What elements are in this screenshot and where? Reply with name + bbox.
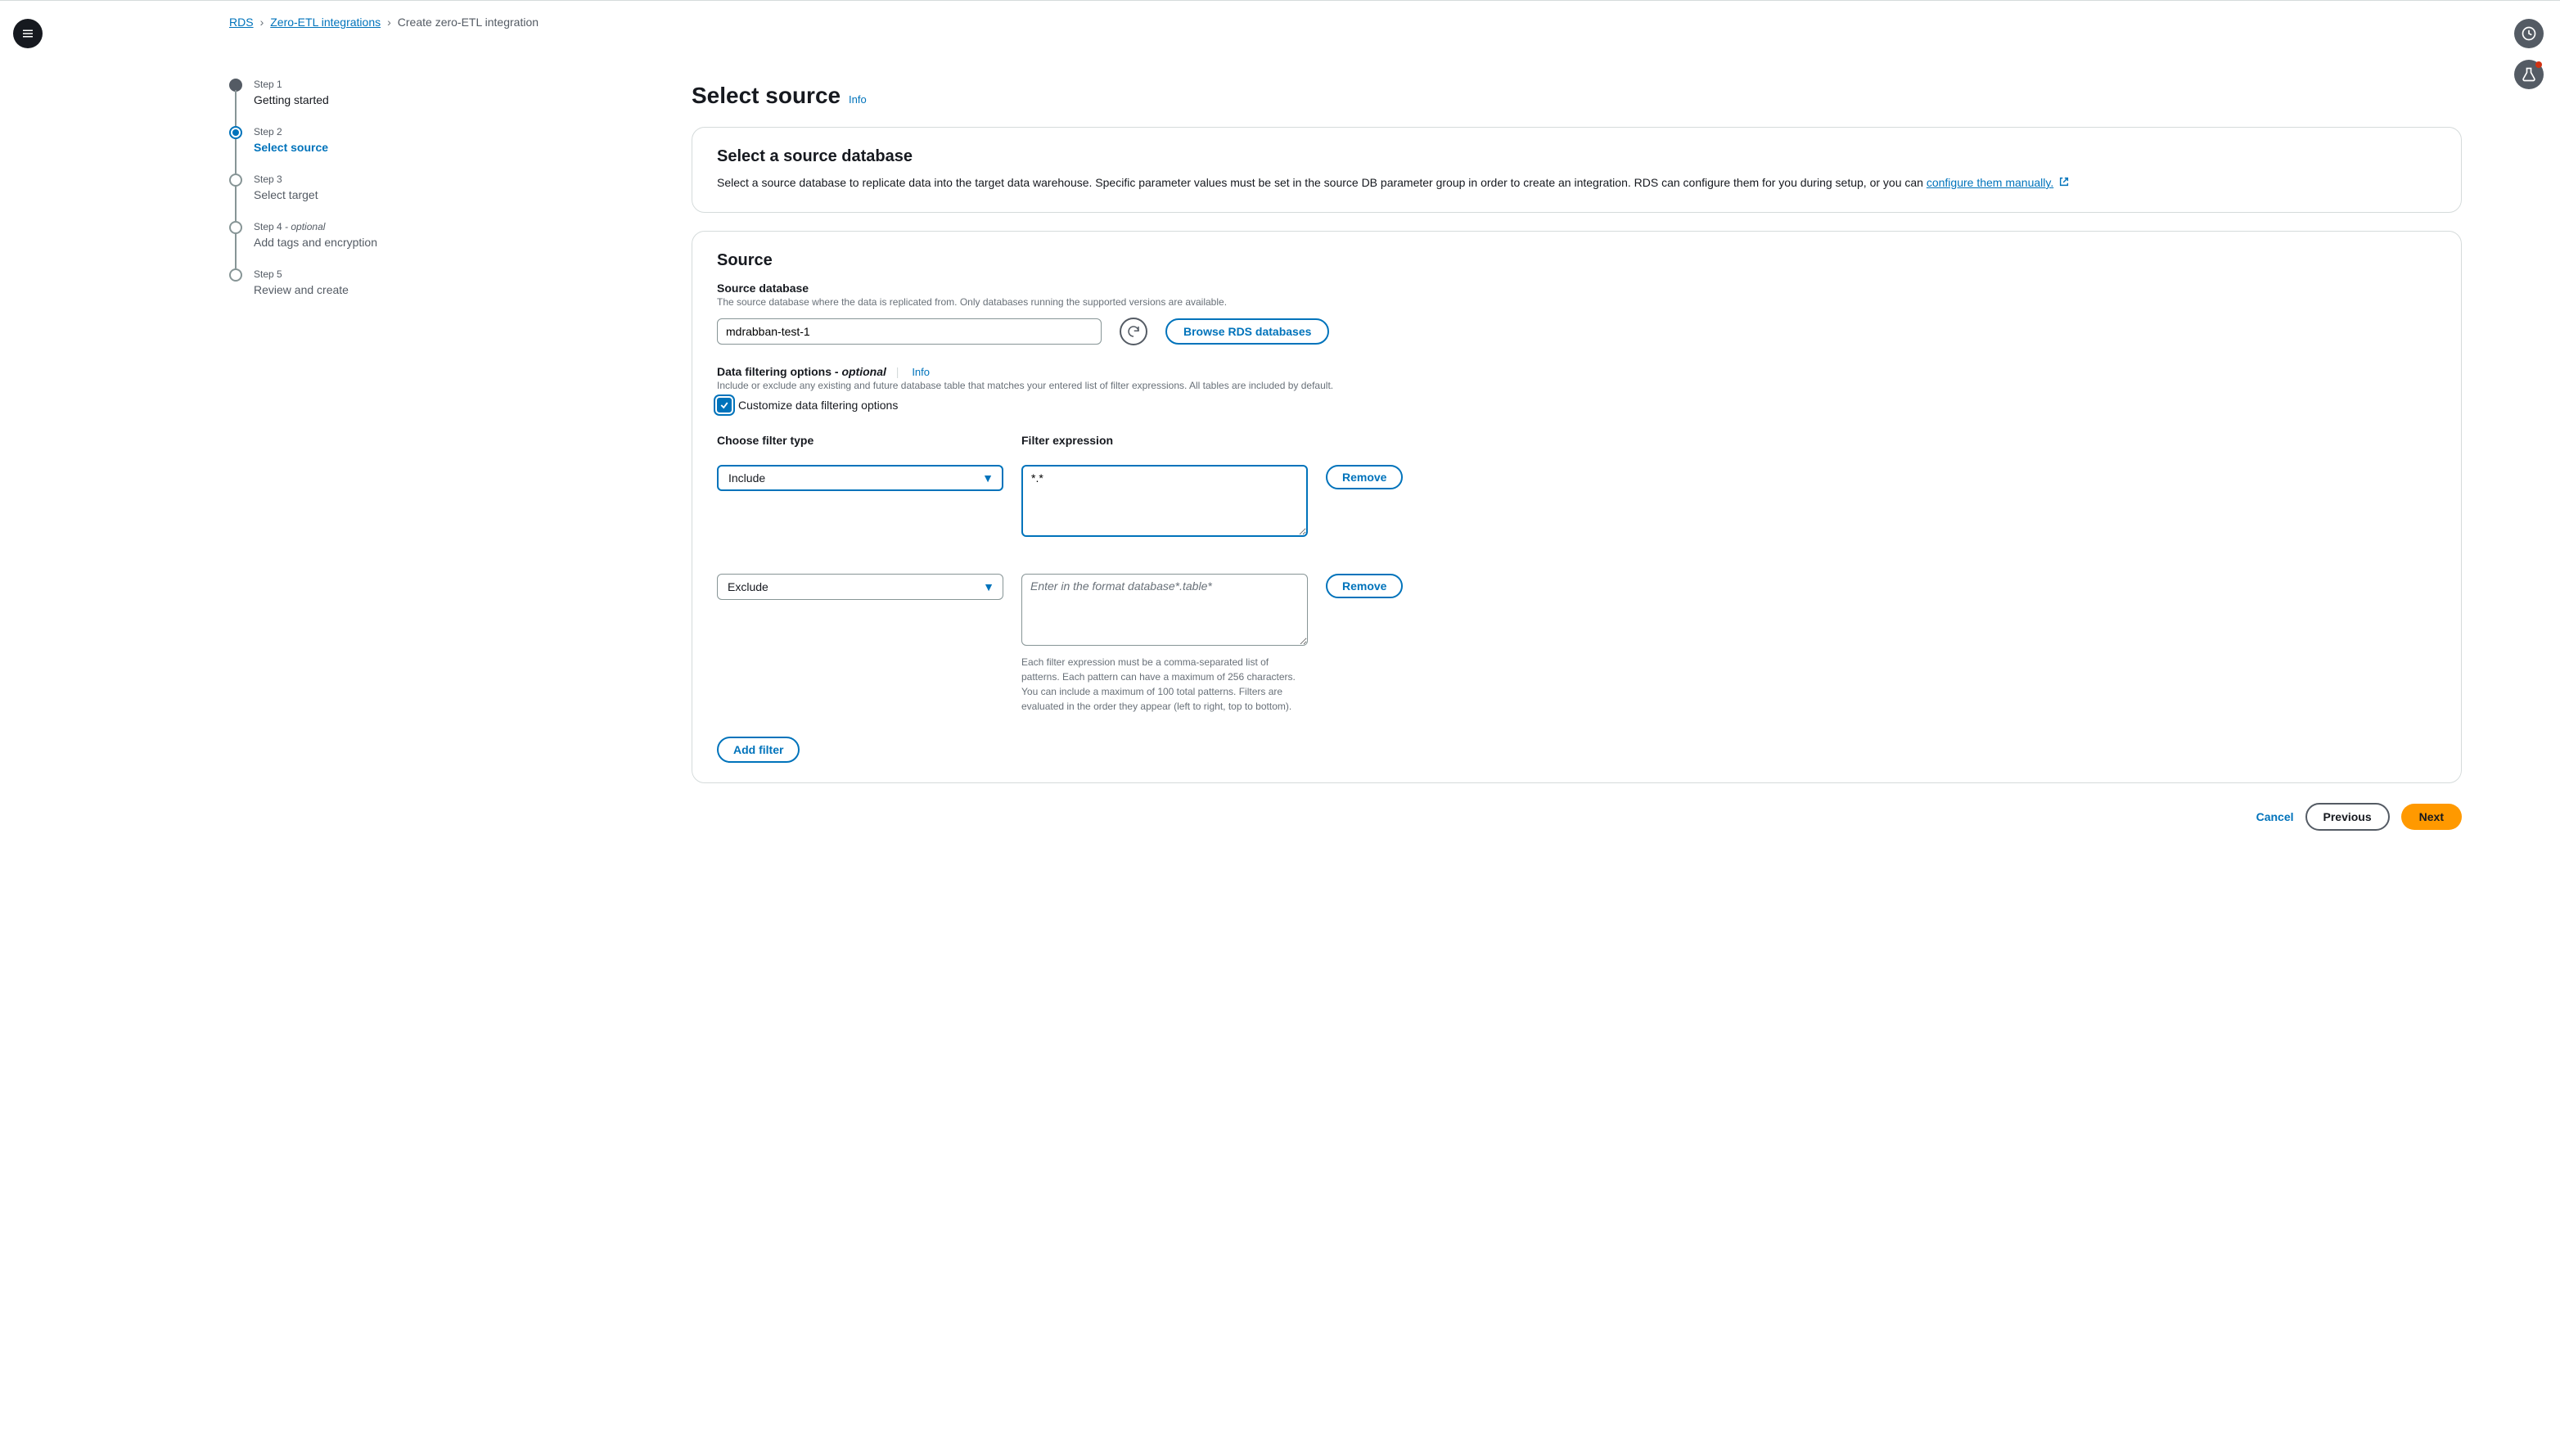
breadcrumb-zero-etl[interactable]: Zero-ETL integrations bbox=[270, 16, 381, 29]
step-label: Step 3 bbox=[254, 174, 318, 185]
source-db-input[interactable] bbox=[717, 318, 1102, 345]
refresh-button[interactable] bbox=[1120, 318, 1147, 345]
panel-desc: Select a source database to replicate da… bbox=[717, 174, 2436, 192]
step-label: Step 1 bbox=[254, 79, 329, 90]
filter-expression-input[interactable] bbox=[1021, 574, 1308, 646]
cloudshell-icon[interactable] bbox=[2514, 19, 2544, 48]
customize-filter-label: Customize data filtering options bbox=[738, 399, 898, 412]
remove-filter-button[interactable]: Remove bbox=[1326, 465, 1403, 489]
filter-info-link[interactable]: Info bbox=[912, 366, 930, 378]
caret-down-icon: ▼ bbox=[983, 580, 994, 593]
page-title: Select source bbox=[692, 83, 841, 109]
filter-expression-input[interactable] bbox=[1021, 465, 1308, 537]
select-source-db-panel: Select a source database Select a source… bbox=[692, 127, 2462, 213]
breadcrumb: RDS › Zero-ETL integrations › Create zer… bbox=[229, 16, 539, 29]
step-select-source[interactable]: Select source bbox=[254, 141, 328, 154]
customize-filter-checkbox[interactable] bbox=[717, 398, 732, 412]
page-title-info-link[interactable]: Info bbox=[849, 93, 867, 106]
configure-manually-link[interactable]: configure them manually. bbox=[1927, 176, 2053, 189]
remove-filter-button[interactable]: Remove bbox=[1326, 574, 1403, 598]
step-label: Step 5 bbox=[254, 268, 349, 280]
notification-dot-icon bbox=[2535, 61, 2542, 68]
wizard-steps: Step 1 Getting started Step 2 Select sou… bbox=[229, 79, 442, 296]
step-label: Step 2 bbox=[254, 126, 328, 137]
add-filter-button[interactable]: Add filter bbox=[717, 737, 800, 763]
filter-options-label: Data filtering options - optional bbox=[717, 365, 890, 378]
browse-rds-button[interactable]: Browse RDS databases bbox=[1165, 318, 1329, 345]
chevron-right-icon: › bbox=[387, 16, 391, 29]
step-review-create[interactable]: Review and create bbox=[254, 283, 349, 296]
filter-options-hint: Include or exclude any existing and futu… bbox=[717, 380, 2436, 391]
step-getting-started[interactable]: Getting started bbox=[254, 93, 329, 106]
caret-down-icon: ▼ bbox=[982, 471, 994, 485]
menu-toggle-button[interactable] bbox=[13, 19, 43, 48]
wizard-footer: Cancel Previous Next bbox=[692, 803, 2462, 831]
next-button[interactable]: Next bbox=[2401, 804, 2462, 830]
previous-button[interactable]: Previous bbox=[2305, 803, 2390, 831]
step-indicator-current-icon bbox=[229, 126, 242, 139]
filter-type-select[interactable]: Exclude ▼ bbox=[717, 574, 1003, 600]
source-panel: Source Source database The source databa… bbox=[692, 231, 2462, 783]
source-db-label: Source database bbox=[717, 282, 2436, 295]
step-tags-encryption[interactable]: Add tags and encryption bbox=[254, 236, 377, 249]
filter-type-select[interactable]: Include ▼ bbox=[717, 465, 1003, 491]
breadcrumb-current: Create zero-ETL integration bbox=[398, 16, 539, 29]
filter-expr-column-label: Filter expression bbox=[1021, 434, 1308, 447]
step-select-target[interactable]: Select target bbox=[254, 188, 318, 201]
chevron-right-icon: › bbox=[260, 16, 264, 29]
cancel-button[interactable]: Cancel bbox=[2256, 810, 2294, 823]
panel-title: Source bbox=[717, 251, 2436, 270]
external-link-icon bbox=[2058, 175, 2070, 192]
filter-expression-help: Each filter expression must be a comma-s… bbox=[1021, 655, 1308, 714]
source-db-hint: The source database where the data is re… bbox=[717, 296, 2436, 308]
panel-title: Select a source database bbox=[717, 147, 2436, 166]
step-label: Step 4 - optional bbox=[254, 221, 377, 232]
breadcrumb-rds[interactable]: RDS bbox=[229, 16, 254, 29]
experiments-icon[interactable] bbox=[2514, 60, 2544, 89]
step-indicator-pending-icon bbox=[229, 268, 242, 282]
filter-type-column-label: Choose filter type bbox=[717, 434, 1003, 447]
